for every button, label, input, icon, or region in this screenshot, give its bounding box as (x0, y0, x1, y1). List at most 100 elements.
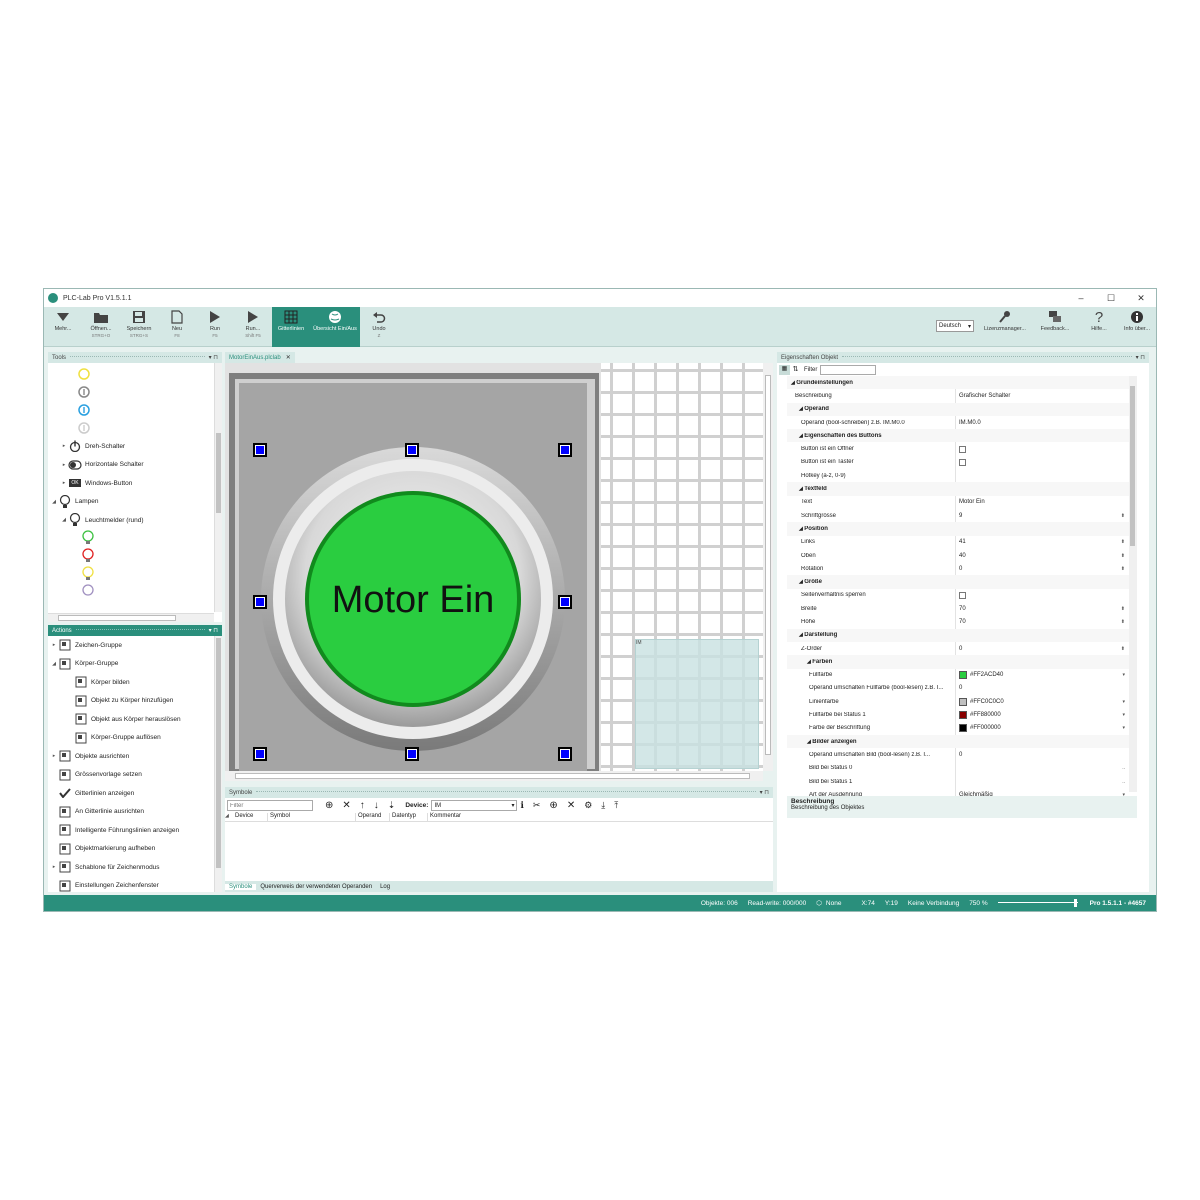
sort-alpha-icon[interactable]: ⇅ (790, 365, 801, 375)
property-row[interactable]: Farbe der Beschriftung #FF000000 ▾ (787, 721, 1129, 736)
pin-icon[interactable]: ▾ ⊓ (1136, 354, 1145, 361)
property-row[interactable]: Seitenverhältnis sperren (787, 588, 1129, 603)
tools-icon[interactable]: ✂ (533, 800, 541, 811)
undo-button[interactable]: Undo Z (360, 307, 398, 347)
selection-handle[interactable] (558, 443, 572, 457)
canvas-horizontal-scrollbar[interactable] (225, 771, 763, 781)
property-row[interactable]: ◢ Position (787, 522, 1129, 536)
tool-windows-button[interactable]: ▸ OK Windows-Button (60, 474, 222, 493)
arrow-down-icon[interactable]: ↓ (374, 800, 379, 811)
property-row[interactable]: ◢ Farben (787, 655, 1129, 669)
tool-rotary-switch[interactable]: ▸ Dreh-Schalter (60, 437, 222, 456)
property-row[interactable]: ◢ Größe (787, 575, 1129, 589)
chevron-down-icon[interactable]: ▾ (1122, 712, 1125, 718)
spinner-icon[interactable]: ⬍ (1121, 606, 1125, 612)
license-manager-button[interactable]: Lizenzmanager... (980, 307, 1030, 347)
property-row[interactable]: Bild bei Status 1.. (787, 774, 1129, 789)
settings-icon[interactable]: ⚙ (584, 800, 592, 811)
chevron-down-icon[interactable]: ▾ (1122, 672, 1125, 678)
properties-filter-input[interactable] (820, 364, 877, 375)
spinner-icon[interactable]: ⬍ (1121, 553, 1125, 559)
spinner-icon[interactable]: ⬍ (1121, 539, 1125, 545)
property-checkbox[interactable] (959, 458, 966, 466)
property-row[interactable]: Höhe 70 ⬍ (787, 615, 1129, 629)
run-button[interactable]: Run F5 (196, 307, 234, 347)
bulb-red-icon[interactable] (82, 547, 222, 566)
document-tab[interactable]: MotorEinAus.plclab ✕ (225, 352, 295, 363)
spinner-icon[interactable]: ⬍ (1121, 619, 1125, 625)
property-row[interactable]: Linienfarbe #FFC0C0C0 ▾ (787, 695, 1129, 709)
property-row[interactable]: Füllfarbe #FF2ACD40 ▾ (787, 668, 1129, 682)
selection-handle[interactable] (558, 595, 572, 609)
device-select[interactable]: IM ▾ (431, 800, 518, 811)
action-item[interactable]: Körper bilden (50, 673, 222, 692)
info-icon[interactable]: ℹ (520, 800, 523, 811)
lamp-blue-icon[interactable] (78, 401, 222, 419)
selection-handle[interactable] (253, 443, 267, 457)
action-item[interactable]: Objekt aus Körper herauslösen (50, 710, 222, 729)
feedback-button[interactable]: Feedback... (1030, 307, 1080, 347)
property-row[interactable]: Text Motor Ein (787, 495, 1129, 509)
property-row[interactable]: Operand umschalten Bild (bool-lesen) z.B… (787, 748, 1129, 762)
property-row[interactable]: Links 41 ⬍ (787, 535, 1129, 549)
property-row[interactable]: Z-Order 0 ⬍ (787, 641, 1129, 656)
property-row[interactable]: ◢ Bilder anzeigen (787, 735, 1129, 749)
property-row[interactable]: ◢ Darstellung (787, 628, 1129, 642)
lamp-yellow-icon[interactable] (78, 365, 222, 383)
symbols-filter-input[interactable] (227, 800, 313, 811)
action-item[interactable]: Intelligente Führungslinien anzeigen (50, 821, 222, 840)
action-item[interactable]: Objektmarkierung aufheben (50, 840, 222, 859)
tool-horizontal-switch[interactable]: ▸ Horizontale Schalter (60, 456, 222, 475)
action-item[interactable]: ▸ Zeichen-Gruppe (50, 636, 222, 655)
action-item[interactable]: Gitterlinien anzeigen (50, 784, 222, 803)
property-checkbox[interactable] (959, 591, 966, 599)
push-button-graphic[interactable] (225, 363, 601, 771)
more-button[interactable]: Mehr... (44, 307, 82, 347)
selection-handle[interactable] (405, 443, 419, 457)
action-item[interactable]: ▸ Schablone für Zeichenmodus (50, 858, 222, 877)
property-row[interactable]: Beschreibung Grafischer Schalter (787, 389, 1129, 403)
properties-vertical-scrollbar[interactable] (1129, 376, 1137, 792)
action-item[interactable]: ▸ Objekte ausrichten (50, 747, 222, 766)
spinner-icon[interactable]: ⬍ (1121, 646, 1125, 652)
property-row[interactable]: Schriftgrösse 9 ⬍ (787, 508, 1129, 523)
selection-handle[interactable] (558, 747, 572, 761)
property-row[interactable]: Operand (bool-schreiben) z.B. IM.M0.0 IM.… (787, 415, 1129, 430)
tools-vertical-scrollbar[interactable] (214, 363, 222, 612)
property-row[interactable]: Rotation 0 ⬍ (787, 562, 1129, 576)
canvas-vertical-scrollbar[interactable] (763, 363, 773, 771)
chevron-down-icon[interactable]: ▾ (1122, 725, 1125, 731)
zoom-slider-thumb[interactable] (1073, 899, 1077, 907)
add-icon[interactable]: ⊕ (549, 800, 557, 811)
selection-handle[interactable] (405, 747, 419, 761)
gridlines-toggle-button[interactable]: Gitterlinien (272, 307, 310, 347)
property-row[interactable]: Hotkey (a-z, 0-9) (787, 469, 1129, 483)
drawing-canvas[interactable]: Motor Ein IM (225, 363, 763, 771)
info-button[interactable]: Info über... (1118, 307, 1156, 347)
overview-minimap[interactable]: IM (635, 639, 759, 769)
property-row[interactable]: Breite 70 ⬍ (787, 602, 1129, 616)
add-icon[interactable]: ⊕ (325, 800, 333, 811)
spinner-icon[interactable]: ⬍ (1121, 566, 1125, 572)
lamp-light-icon[interactable] (78, 419, 222, 437)
save-button[interactable]: Speichern STRG+S (120, 307, 158, 347)
selection-handle[interactable] (253, 747, 267, 761)
lamp-grey-icon[interactable] (78, 383, 222, 401)
language-select[interactable]: Deutsch ▾ (936, 320, 974, 332)
action-item[interactable]: Grössenvorlage setzen (50, 766, 222, 785)
minimize-button[interactable]: – (1066, 289, 1096, 307)
property-row[interactable]: Oben 40 ⬍ (787, 548, 1129, 563)
action-item[interactable]: ◢ Körper-Gruppe (50, 655, 222, 674)
property-row[interactable]: Button ist ein Öffner (787, 442, 1129, 456)
chevron-down-icon[interactable]: ▾ (1122, 699, 1125, 705)
tab-cross-reference[interactable]: Querverweis der verwendeten Operanden (256, 884, 376, 890)
action-item[interactable]: Körper-Gruppe auflösen (50, 729, 222, 748)
selection-handle[interactable] (253, 595, 267, 609)
browse-icon[interactable]: .. (1122, 765, 1125, 771)
property-row[interactable]: Operand umschalten Füllfarbe (bool-lesen… (787, 681, 1129, 696)
property-checkbox[interactable] (959, 445, 966, 453)
bulb-green-icon[interactable] (82, 529, 222, 548)
bulb-white-icon[interactable] (82, 583, 222, 596)
property-row[interactable]: Füllfarbe bei Status 1 #FF880000 ▾ (787, 708, 1129, 722)
upload-icon[interactable]: ⤒ (614, 800, 618, 811)
